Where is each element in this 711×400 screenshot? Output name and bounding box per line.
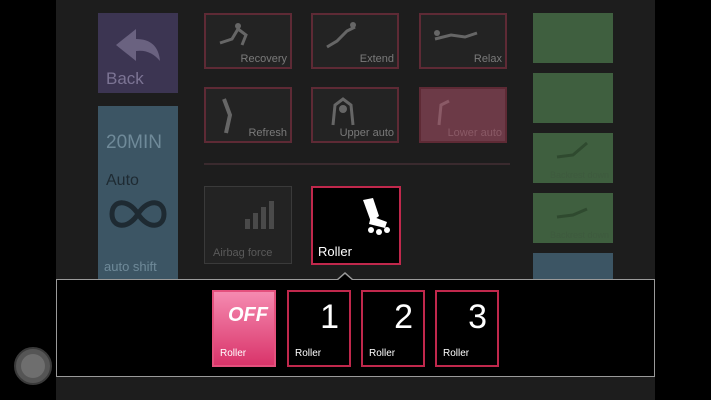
- roller-button[interactable]: Roller: [311, 186, 401, 265]
- roller-option-label: Roller: [369, 348, 396, 359]
- back-label: Back: [106, 69, 144, 88]
- popup-pointer-inner: [337, 274, 353, 281]
- program-lower-auto-button[interactable]: Lower auto: [419, 87, 507, 143]
- program-label: Refresh: [248, 127, 287, 139]
- upper-auto-figure-icon: [331, 97, 355, 126]
- roller-option-value: 3: [468, 298, 487, 336]
- program-extend-button[interactable]: Extend: [311, 13, 399, 69]
- program-label: Lower auto: [447, 127, 502, 139]
- back-button[interactable]: Back: [98, 13, 178, 93]
- roller-icon: [363, 198, 390, 235]
- program-relax-button[interactable]: Relax: [419, 13, 507, 69]
- back-arrow-icon: [116, 29, 160, 61]
- program-label: Upper auto: [339, 127, 394, 139]
- auto-time: 20MIN: [106, 132, 162, 153]
- program-label: Extend: [359, 53, 394, 65]
- backrest-icon: [556, 207, 588, 219]
- program-label: Relax: [473, 53, 502, 65]
- roller-option-off[interactable]: OFF Roller: [212, 290, 276, 367]
- side-button-label: Backrest down: [549, 230, 609, 240]
- program-label: Recovery: [240, 53, 287, 65]
- program-upper-auto-button[interactable]: Upper auto: [311, 87, 399, 143]
- roller-option-value: 1: [320, 298, 339, 336]
- roller-option-3[interactable]: 3 Roller: [435, 290, 499, 367]
- floating-home-button[interactable]: [14, 347, 52, 385]
- auto-mode-label: Auto: [106, 172, 139, 189]
- roller-label: Roller: [318, 244, 352, 259]
- lower-auto-figure-icon: [437, 99, 450, 126]
- section-divider: [204, 163, 510, 165]
- backrest-button-2[interactable]: Backrest down: [533, 193, 613, 243]
- backrest-icon: [556, 141, 588, 159]
- side-button-2[interactable]: [533, 73, 613, 123]
- roller-option-2[interactable]: 2 Roller: [361, 290, 425, 367]
- auto-mode-panel[interactable]: 20MIN Auto auto shift: [98, 106, 178, 280]
- airbag-force-label: Airbag force: [213, 247, 273, 259]
- auto-shift-label: auto shift: [104, 259, 157, 274]
- relax-figure-icon: [434, 30, 478, 41]
- side-button-label: Backrest down: [549, 170, 609, 180]
- roller-option-label: Roller: [220, 348, 247, 359]
- airbag-force-button[interactable]: Airbag force: [204, 186, 292, 264]
- refresh-figure-icon: [222, 98, 233, 134]
- roller-option-1[interactable]: 1 Roller: [287, 290, 351, 367]
- roller-option-label: Roller: [295, 348, 322, 359]
- side-button-5[interactable]: [533, 253, 613, 279]
- infinity-icon: [109, 200, 167, 228]
- roller-option-value: 2: [394, 298, 413, 336]
- backrest-button-1[interactable]: Backrest down: [533, 133, 613, 183]
- roller-option-label: Roller: [443, 348, 470, 359]
- recovery-figure-icon: [219, 23, 248, 46]
- extend-figure-icon: [326, 22, 356, 49]
- side-button-1[interactable]: [533, 13, 613, 63]
- program-refresh-button[interactable]: Refresh: [204, 87, 292, 143]
- program-recovery-button[interactable]: Recovery: [204, 13, 292, 69]
- roller-option-value: OFF: [228, 304, 268, 326]
- airbag-bars-icon: [245, 201, 274, 229]
- roller-options-popup: [56, 279, 655, 377]
